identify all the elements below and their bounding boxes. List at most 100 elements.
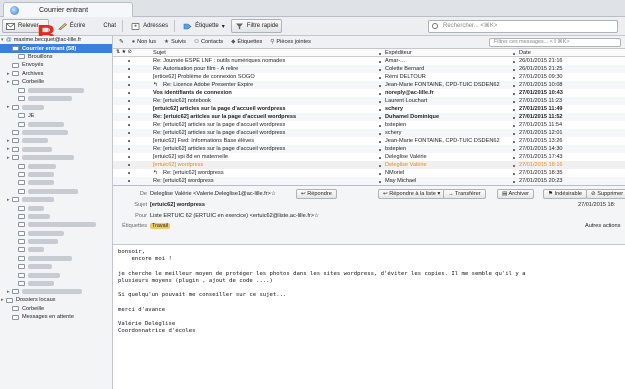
folder-row[interactable]: [0, 279, 112, 287]
column-icons[interactable]: ⇅ ★ ⊘: [113, 49, 149, 57]
message-row[interactable]: Re: [ertuic62] notebook Laurent Louchart 2…: [113, 97, 625, 105]
message-row[interactable]: [ertice62] Problème de connexion SOGO Rém…: [113, 73, 625, 81]
filter-messages-input[interactable]: Filtrer ces messages... <⇧⌘K>: [489, 38, 621, 47]
folder-row[interactable]: ▸ Dossiers locaux: [0, 296, 112, 304]
folder-row[interactable]: [0, 128, 112, 136]
folder-row[interactable]: ▸: [0, 137, 112, 145]
folder-row[interactable]: ▸ Archives: [0, 70, 112, 78]
message-row[interactable]: ↰ Re: Licence Adobe Presenter Expire Jean-…: [113, 81, 625, 89]
read-status-dot-icon[interactable]: [128, 116, 130, 118]
message-row[interactable]: Re: Journée ESPE LNF : outils numériques…: [113, 57, 625, 65]
folder-row[interactable]: Messages en attente: [0, 313, 112, 321]
filter-starred[interactable]: ★ Suivis: [164, 39, 186, 45]
message-row[interactable]: Re: [ertuic62] wordpress May Michael 27/01…: [113, 177, 625, 185]
message-date-text: 26/01/2015 21:16: [519, 58, 563, 64]
folder-row[interactable]: ▸ Corbeille: [0, 78, 112, 86]
folder-row[interactable]: [0, 162, 112, 170]
other-actions-button[interactable]: Autres actions: [585, 223, 620, 229]
message-row[interactable]: [ertuic62] vpi 8d en maternelle Deleglise…: [113, 153, 625, 161]
folder-row[interactable]: [0, 179, 112, 187]
addresses-button[interactable]: Adresses: [128, 19, 171, 33]
folder-row[interactable]: ▸: [0, 153, 112, 161]
write-button[interactable]: Écrire: [55, 19, 89, 33]
read-status-dot-icon[interactable]: [128, 172, 130, 174]
message-row[interactable]: Re: Autorisation pour film - À relire Col…: [113, 65, 625, 73]
read-status-dot-icon[interactable]: [128, 76, 130, 78]
message-row[interactable]: Re: [ertuic62] articles sur la page d'ac…: [113, 129, 625, 137]
message-row[interactable]: Re: [ertuic62] articles sur la page d'ac…: [113, 113, 625, 121]
folder-row[interactable]: [0, 229, 112, 237]
read-status-dot-icon[interactable]: [128, 84, 130, 86]
folder-row[interactable]: [0, 170, 112, 178]
message-subject-text: Re: [ertuic62] articles sur la page d'ac…: [153, 122, 286, 128]
folder-row[interactable]: [0, 187, 112, 195]
folder-icon: [18, 213, 25, 219]
message-row[interactable]: [ertuic62] Fwd: Informations Base élèves…: [113, 137, 625, 145]
read-status-dot-icon[interactable]: [128, 68, 130, 70]
folder-row[interactable]: [0, 86, 112, 94]
folder-row[interactable]: [0, 212, 112, 220]
chat-button[interactable]: Chat: [100, 19, 119, 33]
folder-label: Courrier entrant (58): [22, 45, 77, 52]
message-row[interactable]: [ertuic62] wordpress Deleglise Valérie 27/…: [113, 161, 625, 169]
folder-row[interactable]: Envoyés: [0, 61, 112, 69]
folder-row[interactable]: [0, 254, 112, 262]
global-search-input[interactable]: Rechercher... <⌘K>: [428, 20, 618, 33]
folder-row[interactable]: JE: [0, 112, 112, 120]
folder-row[interactable]: Brouillons: [0, 53, 112, 61]
read-status-dot-icon[interactable]: [128, 180, 130, 182]
filter-attachments[interactable]: ⚲ Pièces jointes: [270, 39, 311, 45]
folder-row[interactable]: ▸: [0, 195, 112, 203]
archive-button[interactable]: ▤ Archiver: [497, 189, 535, 199]
message-row[interactable]: Re: [ertuic62] articles sur la page d'ac…: [113, 121, 625, 129]
folder-row[interactable]: [0, 221, 112, 229]
read-status-dot-icon[interactable]: [128, 60, 130, 62]
folder-row[interactable]: ▸: [0, 145, 112, 153]
tag-button[interactable]: Étiquette ▾: [180, 19, 228, 33]
read-status-dot-icon[interactable]: [128, 92, 130, 94]
dropdown-arrow-icon[interactable]: ▾: [436, 191, 440, 197]
filter-unread[interactable]: ● Non lus: [132, 39, 156, 45]
from-value[interactable]: Deleglise Valérie <Valerie.Deleglise1@ac…: [150, 191, 276, 197]
column-sender[interactable]: Expéditeur: [377, 50, 511, 56]
read-status-dot-icon[interactable]: [128, 156, 130, 158]
folder-row[interactable]: [0, 204, 112, 212]
folder-row[interactable]: [0, 237, 112, 245]
forward-button[interactable]: → Transférer: [443, 189, 486, 199]
message-row[interactable]: [ertuic62] articles sur la page d'accuei…: [113, 105, 625, 113]
folder-row[interactable]: ▸: [0, 288, 112, 296]
folder-row[interactable]: [0, 120, 112, 128]
folder-row[interactable]: Corbeille: [0, 305, 112, 313]
read-status-dot-icon[interactable]: [128, 100, 130, 102]
delete-button[interactable]: ⊘ Supprimer: [586, 189, 625, 199]
folder-row[interactable]: ▸: [0, 103, 112, 111]
tab-inbox[interactable]: Courrier entrant: [3, 2, 133, 17]
reply-list-button[interactable]: ↩ Répondre à la liste ▾: [378, 189, 446, 199]
message-row[interactable]: Vos identifiants de connexion noreply@ac-…: [113, 89, 625, 97]
read-status-dot-icon[interactable]: [128, 148, 130, 150]
filter-contacts[interactable]: ⚇ Contacts: [194, 39, 223, 45]
quick-filter-button[interactable]: Filtre rapide: [230, 19, 283, 33]
message-row[interactable]: ↰ Re: [ertuic62] wordpress NMoriel 27/01/20…: [113, 169, 625, 177]
folder-row[interactable]: [0, 246, 112, 254]
column-subject[interactable]: Sujet: [149, 50, 377, 56]
row-icons: [113, 57, 149, 65]
button-label: Transférer: [455, 191, 481, 197]
reply-button[interactable]: ↩ Répondre: [296, 189, 337, 199]
read-status-dot-icon[interactable]: [128, 132, 130, 134]
folder-row[interactable]: [0, 263, 112, 271]
account-row[interactable]: ▾ @ maxime.becquet@ac-lille.fr: [0, 36, 112, 44]
tag-travail[interactable]: Travail: [150, 223, 170, 229]
read-status-dot-icon[interactable]: [128, 124, 130, 126]
junk-button[interactable]: ⚑ Indésirable: [543, 189, 587, 199]
column-date[interactable]: Date: [511, 50, 625, 56]
message-row[interactable]: Re: [ertuic62] articles sur la page d'ac…: [113, 145, 625, 153]
read-status-dot-icon[interactable]: [128, 164, 130, 166]
to-value[interactable]: Liste ERTUIC 62 (ERTUIC en exercice) <er…: [150, 213, 319, 219]
read-status-dot-icon[interactable]: [128, 140, 130, 142]
read-status-dot-icon[interactable]: [128, 108, 130, 110]
folder-row[interactable]: Courrier entrant (58): [0, 44, 112, 53]
folder-row[interactable]: [0, 95, 112, 103]
filter-tags[interactable]: ◆ Étiquettes: [231, 39, 262, 45]
folder-row[interactable]: [0, 271, 112, 279]
